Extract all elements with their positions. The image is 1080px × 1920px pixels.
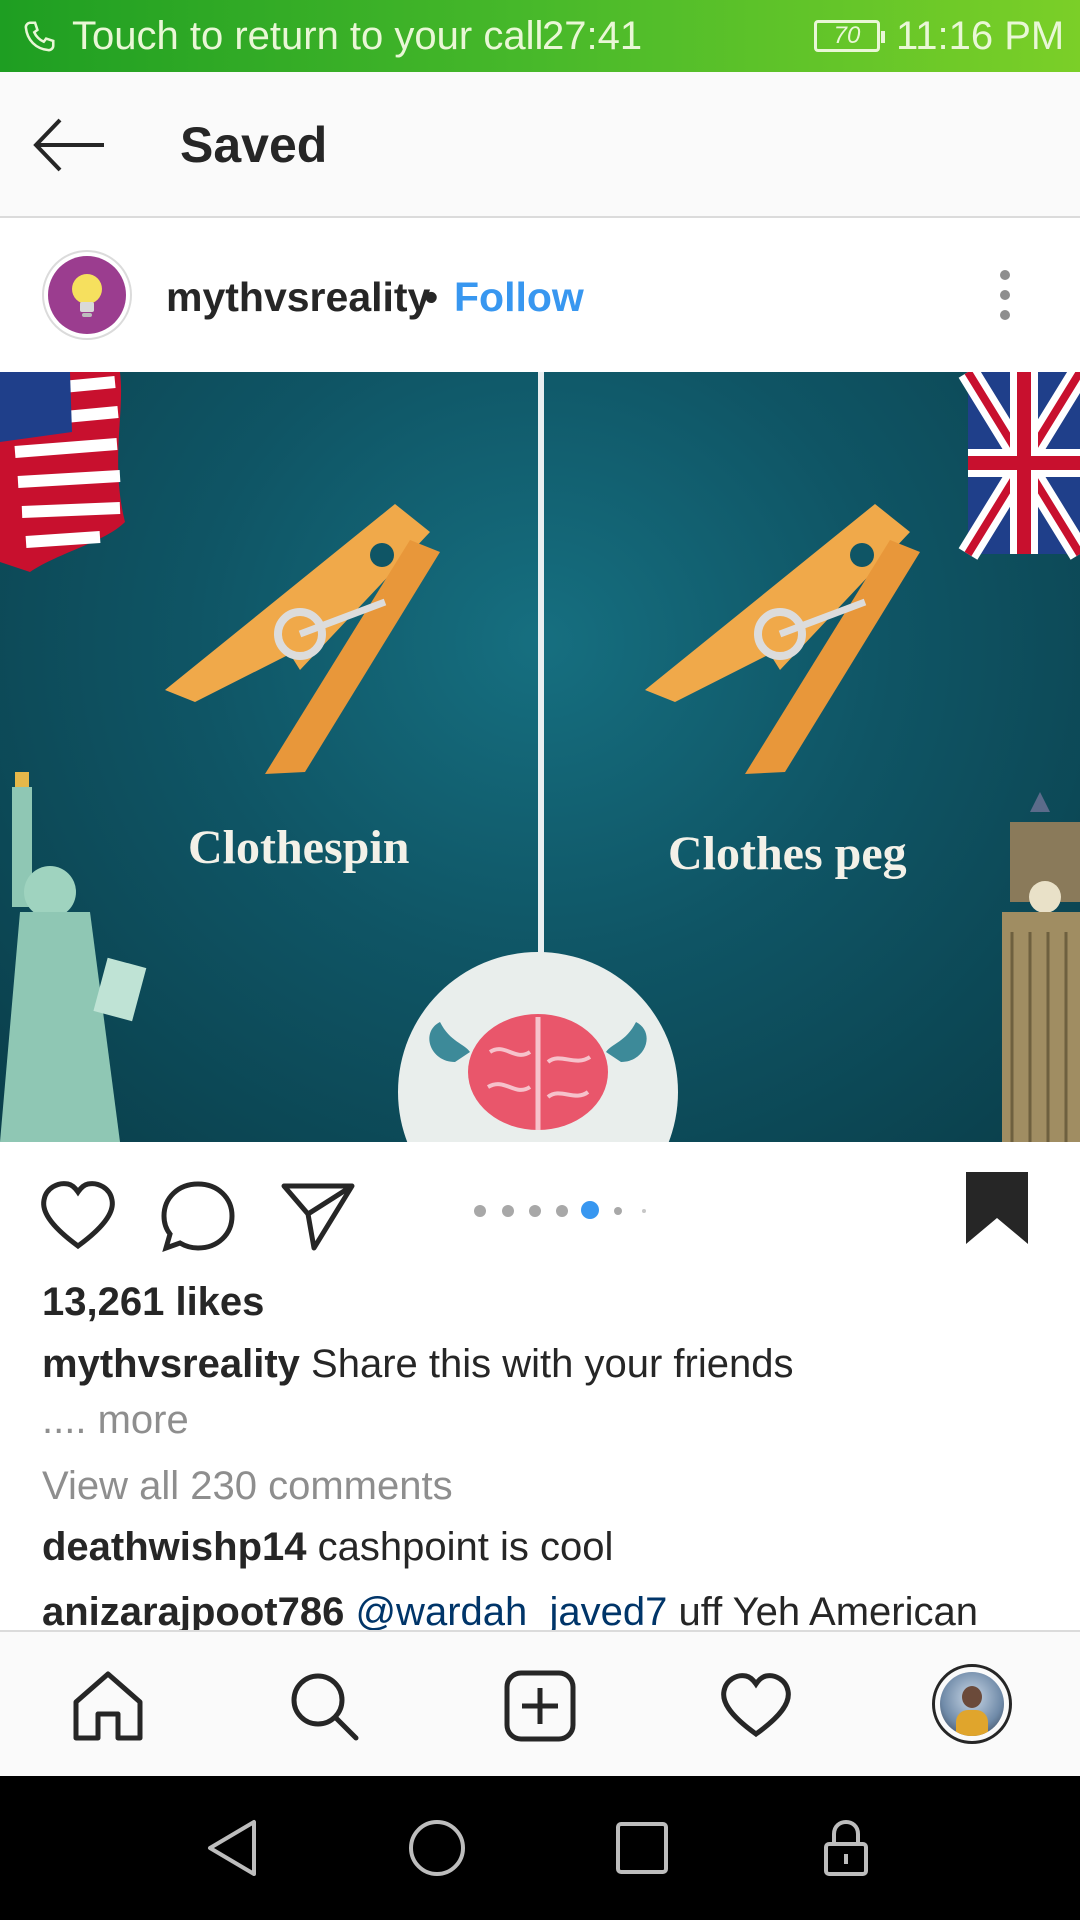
caption-text: Share this with your friends: [311, 1342, 794, 1386]
page-title: Saved: [180, 117, 328, 173]
status-bar[interactable]: Touch to return to your call 27:41 70 11…: [0, 0, 1080, 72]
caption-more-link[interactable]: .... more: [42, 1398, 189, 1443]
more-options-icon[interactable]: [990, 264, 1020, 328]
carousel-active-dot: [581, 1201, 599, 1219]
activity-heart-icon[interactable]: [718, 1668, 794, 1744]
comment-username[interactable]: deathwishp14: [42, 1525, 307, 1569]
left-image-label: Clothespin: [188, 821, 410, 874]
post-header: mythvsreality • Follow: [0, 220, 1080, 372]
comment-item: anizarajpoot786 @wardah_javed7 uff Yeh A…: [42, 1590, 978, 1635]
comment-item: deathwishp14 cashpoint is cool: [42, 1525, 613, 1570]
caption-more[interactable]: more: [98, 1398, 189, 1442]
back-arrow-icon[interactable]: [30, 110, 110, 180]
lock-icon[interactable]: [814, 1816, 878, 1880]
right-image-label: Clothes peg: [668, 827, 907, 880]
app-header: Saved: [0, 72, 1080, 218]
comment-text: cashpoint is cool: [317, 1525, 614, 1569]
profile-avatar[interactable]: [932, 1664, 1012, 1744]
lightbulb-icon: [72, 274, 102, 317]
post-image[interactable]: Clothespin Clothes peg: [0, 372, 1080, 1142]
home-icon[interactable]: [70, 1668, 146, 1744]
system-nav-bar: [0, 1776, 1080, 1920]
comment-icon[interactable]: [158, 1176, 238, 1256]
view-all-comments-link[interactable]: View all 230 comments: [42, 1464, 453, 1509]
uk-flag-icon: [958, 372, 1080, 560]
account-avatar[interactable]: [42, 250, 132, 340]
us-flag-icon: [0, 372, 125, 572]
recents-square-icon[interactable]: [610, 1816, 674, 1880]
follow-button[interactable]: Follow: [454, 274, 584, 321]
statue-of-liberty-icon: [0, 772, 147, 1142]
separator-dot: •: [424, 274, 439, 320]
bottom-nav: [0, 1630, 1080, 1776]
search-icon[interactable]: [286, 1668, 362, 1744]
clothespin-left-icon: [165, 504, 440, 774]
call-timer: 27:41: [542, 14, 643, 58]
post-image-illustration: [0, 372, 1080, 1142]
caption-username[interactable]: mythvsreality: [42, 1342, 300, 1386]
back-triangle-icon[interactable]: [202, 1816, 266, 1880]
call-return-text[interactable]: Touch to return to your call: [72, 14, 543, 59]
brain-logo-icon: [398, 952, 678, 1142]
post-caption: mythvsreality Share this with your frien…: [42, 1342, 794, 1387]
divider-line: [538, 372, 544, 972]
home-circle-icon[interactable]: [405, 1816, 469, 1880]
comment-text: uff Yeh American: [678, 1590, 979, 1634]
phone-icon: [24, 21, 55, 52]
big-ben-icon: [1002, 792, 1080, 1142]
battery-indicator: 70: [814, 20, 885, 52]
post-username[interactable]: mythvsreality: [166, 274, 430, 321]
caption-ellipsis: ....: [42, 1398, 87, 1442]
clothespin-right-icon: [645, 504, 920, 774]
likes-count[interactable]: 13,261 likes: [42, 1280, 264, 1325]
add-post-icon[interactable]: [502, 1668, 578, 1744]
comment-mention[interactable]: @wardah_javed7: [355, 1590, 667, 1634]
share-send-icon[interactable]: [278, 1176, 358, 1256]
comment-username[interactable]: anizarajpoot786: [42, 1590, 344, 1634]
clock: 11:16 PM: [896, 14, 1065, 58]
like-heart-icon[interactable]: [38, 1176, 118, 1256]
bookmark-saved-icon[interactable]: [962, 1170, 1032, 1246]
